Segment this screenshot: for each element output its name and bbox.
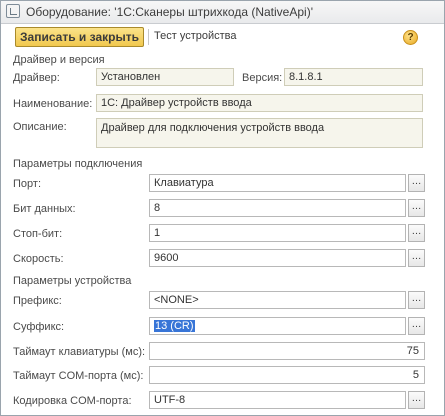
ellipsis-icon: … — [411, 201, 422, 212]
stopbits-field[interactable]: 1 — [149, 224, 406, 242]
com-timeout-label: Таймаут COM-порта (мс): — [13, 370, 144, 382]
stopbits-select-button[interactable]: … — [408, 224, 425, 242]
ellipsis-icon: … — [411, 251, 422, 262]
section-connection: Параметры подключения — [13, 158, 143, 170]
databits-label: Бит данных: — [13, 203, 76, 215]
encoding-label: Кодировка COM-порта: — [13, 395, 132, 407]
databits-select-button[interactable]: … — [408, 199, 425, 217]
version-field: 8.1.8.1 — [284, 68, 423, 86]
section-driver-version: Драйвер и версия — [13, 54, 105, 66]
speed-select-button[interactable]: … — [408, 249, 425, 267]
section-device: Параметры устройства — [13, 275, 132, 287]
prefix-select-button[interactable]: … — [408, 291, 425, 309]
suffix-field[interactable]: 13 (CR) — [149, 317, 406, 335]
ellipsis-icon: … — [411, 176, 422, 187]
encoding-select-button[interactable]: … — [408, 391, 425, 409]
ellipsis-icon: … — [411, 226, 422, 237]
driver-label: Драйвер: — [13, 72, 60, 84]
prefix-field[interactable]: <NONE> — [149, 291, 406, 309]
form-icon — [6, 4, 20, 18]
port-select-button[interactable]: … — [408, 174, 425, 192]
version-label: Версия: — [242, 72, 283, 84]
help-icon[interactable]: ? — [403, 30, 418, 45]
speed-field[interactable]: 9600 — [149, 249, 406, 267]
save-and-close-button[interactable]: Записать и закрыть — [15, 27, 144, 47]
name-field: 1С: Драйвер устройств ввода — [96, 94, 423, 112]
speed-label: Скорость: — [13, 253, 64, 265]
test-device-button[interactable]: Тест устройства — [154, 30, 236, 42]
ellipsis-icon: … — [411, 319, 422, 330]
com-timeout-field[interactable]: 5 — [149, 366, 425, 384]
stopbits-label: Стоп-бит: — [13, 228, 63, 240]
description-field: Драйвер для подключения устройств ввода — [96, 118, 423, 148]
suffix-select-button[interactable]: … — [408, 317, 425, 335]
toolbar: Записать и закрыть Тест устройства ? — [1, 24, 444, 50]
databits-field[interactable]: 8 — [149, 199, 406, 217]
suffix-label: Суффикс: — [13, 321, 65, 333]
description-label: Описание: — [13, 121, 67, 133]
suffix-selected-text: 13 (CR) — [154, 320, 195, 332]
port-field[interactable]: Клавиатура — [149, 174, 406, 192]
port-label: Порт: — [13, 178, 41, 190]
driver-field: Установлен — [96, 68, 234, 86]
window-title: Оборудование: '1С:Сканеры штрихкода (Nat… — [26, 5, 313, 19]
kb-timeout-label: Таймаут клавиатуры (мс): — [13, 346, 146, 358]
ellipsis-icon: … — [411, 293, 422, 304]
equipment-window: Оборудование: '1С:Сканеры штрихкода (Nat… — [0, 0, 445, 416]
ellipsis-icon: … — [411, 393, 422, 404]
toolbar-separator — [148, 29, 149, 45]
prefix-label: Префикс: — [13, 295, 62, 307]
kb-timeout-field[interactable]: 75 — [149, 342, 425, 360]
title-bar: Оборудование: '1С:Сканеры штрихкода (Nat… — [1, 1, 444, 24]
encoding-field[interactable]: UTF-8 — [149, 391, 406, 409]
name-label: Наименование: — [13, 98, 93, 110]
